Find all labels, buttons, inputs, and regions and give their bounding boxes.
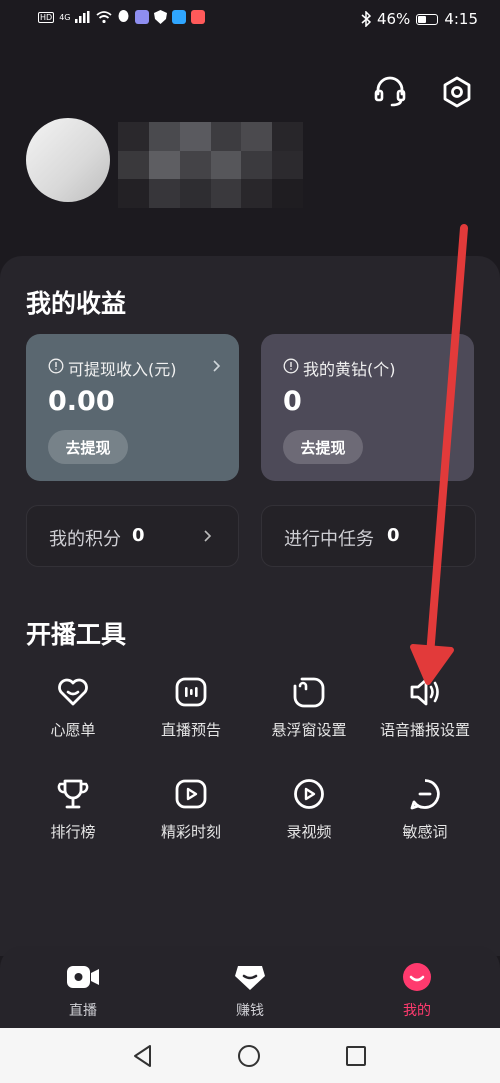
info-icon[interactable]	[48, 358, 64, 374]
shield-app-icon	[154, 10, 168, 24]
bluetooth-icon	[361, 11, 371, 27]
diamond-value: 0	[283, 386, 302, 417]
back-icon[interactable]	[131, 1044, 155, 1068]
search-app-icon	[172, 10, 187, 24]
chevron-right-icon[interactable]	[212, 359, 222, 373]
cash-label: 可提现收入(元)	[68, 360, 177, 379]
tool-label: 排行榜	[50, 823, 96, 841]
tool-sensitive-words[interactable]: 敏感词	[370, 777, 480, 842]
clock: 4:15	[444, 10, 478, 28]
profile-icon	[403, 963, 431, 991]
earnings-title: 我的收益	[26, 289, 127, 318]
nav-live[interactable]: 直播	[33, 962, 133, 1020]
tool-wishlist[interactable]: 心愿单	[18, 675, 128, 740]
tasks-card[interactable]: 进行中任务 0	[261, 505, 476, 567]
trophy-icon	[57, 779, 89, 809]
tool-label: 敏感词	[402, 823, 448, 841]
username-blurred	[118, 122, 303, 208]
points-label: 我的积分	[49, 529, 121, 550]
music-app-icon	[135, 10, 150, 24]
record-video-icon	[294, 779, 324, 809]
tool-label: 心愿单	[50, 721, 96, 739]
nav-profile[interactable]: 我的	[367, 962, 467, 1020]
qq-icon	[118, 10, 129, 22]
withdraw-button[interactable]: 去提现	[48, 430, 128, 464]
tool-label: 直播预告	[160, 721, 221, 739]
signal-icon	[75, 11, 90, 23]
tool-label: 悬浮窗设置	[271, 721, 347, 739]
nav-label: 直播	[69, 1003, 97, 1019]
earn-icon	[235, 966, 265, 990]
tools-title: 开播工具	[26, 620, 127, 649]
tool-label: 精彩时刻	[160, 823, 221, 841]
avatar[interactable]	[26, 118, 110, 202]
highlight-play-icon	[175, 779, 207, 809]
tool-highlights[interactable]: 精彩时刻	[136, 777, 246, 842]
tool-label: 录视频	[286, 823, 332, 841]
chevron-right-icon[interactable]	[203, 529, 213, 543]
battery-percent: 46%	[376, 10, 411, 28]
cash-value: 0.00	[48, 386, 115, 417]
network-type: 4G	[59, 12, 71, 22]
live-preview-icon	[175, 677, 207, 707]
cash-card[interactable]: 可提现收入(元) 0.00 去提现	[26, 334, 239, 481]
points-value: 0	[132, 525, 145, 546]
tool-leaderboard[interactable]: 排行榜	[18, 777, 128, 842]
tool-floating-window[interactable]: 悬浮窗设置	[254, 675, 364, 740]
hd-badge: HD	[38, 11, 55, 23]
battery-icon	[416, 13, 439, 25]
tool-record-video[interactable]: 录视频	[254, 777, 364, 842]
tool-live-preview[interactable]: 直播预告	[136, 675, 246, 740]
status-left: HD 4G	[38, 10, 206, 24]
heart-icon	[58, 678, 88, 706]
settings-hexagon-icon[interactable]	[440, 75, 474, 109]
diamond-card[interactable]: 我的黄钻(个) 0 去提现	[261, 334, 474, 481]
live-camera-icon	[67, 966, 99, 988]
info-icon[interactable]	[283, 358, 299, 374]
nav-earn[interactable]: 赚钱	[200, 962, 300, 1020]
nav-label: 赚钱	[236, 1003, 264, 1019]
withdraw-diamond-button[interactable]: 去提现	[283, 430, 363, 464]
tool-voice-broadcast[interactable]: 语音播报设置	[370, 675, 480, 740]
system-nav-bar	[0, 1028, 500, 1083]
red-app-icon	[191, 10, 206, 24]
tasks-value: 0	[387, 525, 400, 546]
status-right: 46% 4:15	[361, 10, 478, 28]
points-card[interactable]: 我的积分 0	[26, 505, 239, 567]
tool-label: 语音播报设置	[379, 721, 470, 739]
diamond-label: 我的黄钻(个)	[303, 360, 396, 379]
status-bar: HD 4G 46% 4:15	[0, 0, 500, 40]
headset-icon[interactable]	[373, 75, 407, 109]
nav-label: 我的	[403, 1003, 431, 1019]
sensitive-word-icon	[410, 779, 440, 810]
speaker-icon	[410, 678, 439, 706]
tasks-label: 进行中任务	[284, 529, 374, 550]
home-icon[interactable]	[237, 1044, 261, 1068]
recents-icon[interactable]	[344, 1044, 368, 1068]
floating-window-icon	[293, 677, 325, 708]
wifi-icon	[96, 11, 113, 23]
